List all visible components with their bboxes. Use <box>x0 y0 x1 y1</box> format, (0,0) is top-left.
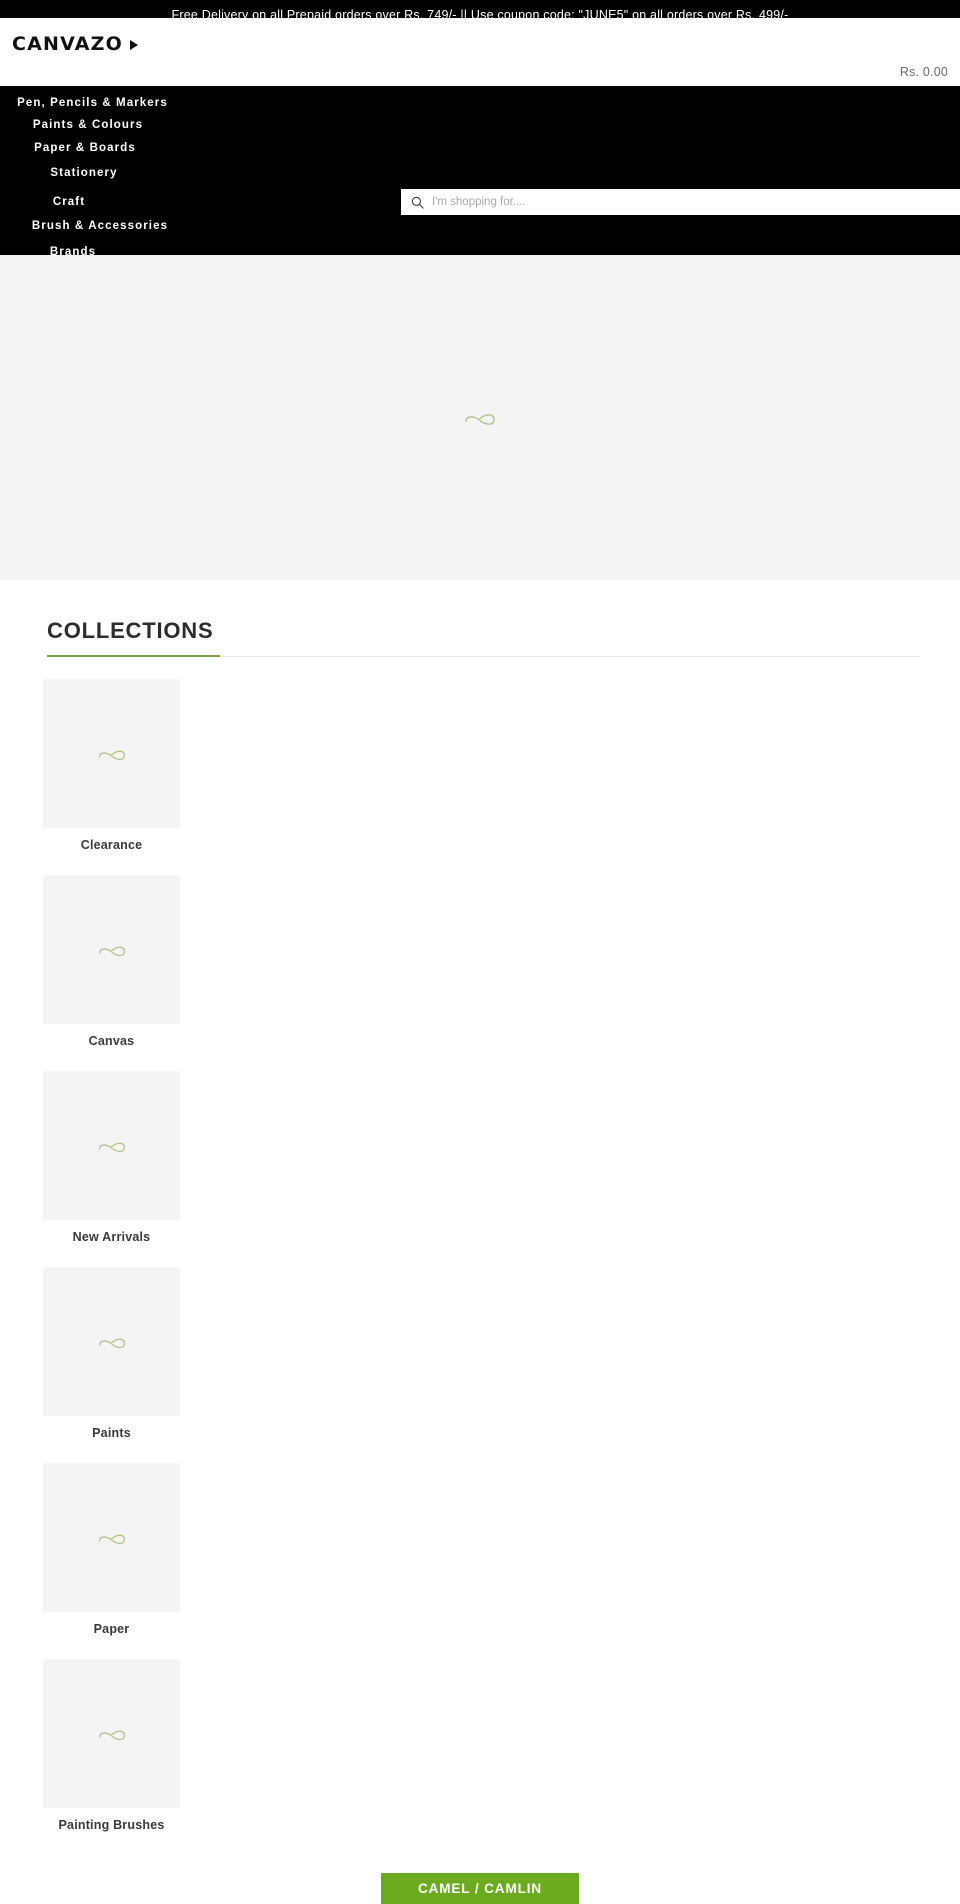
search-input[interactable] <box>432 196 960 208</box>
loading-spinner-icon <box>98 1338 125 1348</box>
hero-slideshow[interactable] <box>0 255 960 580</box>
loading-spinner-icon <box>465 413 495 425</box>
brand-button-camel-camlin[interactable]: CAMEL / CAMLIN <box>381 1873 579 1904</box>
loading-spinner-icon <box>98 750 125 760</box>
collection-label: New Arrivals <box>72 1230 151 1244</box>
search-bar[interactable] <box>401 189 960 215</box>
collections-header: COLLECTIONS <box>47 618 920 657</box>
nav-item-paper-boards[interactable]: Paper & Boards <box>0 131 170 154</box>
logo-text: CANVAZO <box>12 33 123 55</box>
page-title: COLLECTIONS <box>47 618 214 643</box>
loading-spinner-icon <box>98 946 125 956</box>
cart-total[interactable]: Rs. 0.00 <box>900 65 948 79</box>
collection-label: Clearance <box>80 838 143 852</box>
main-navigation: Pen, Pencils & Markers Paints & Colours … <box>0 86 960 258</box>
collection-label: Canvas <box>88 1034 135 1048</box>
collection-thumbnail <box>43 1463 180 1612</box>
title-underline <box>47 655 220 657</box>
site-header: CANVAZO Rs. 0.00 <box>0 18 960 86</box>
collection-thumbnail <box>43 1659 180 1808</box>
collection-label: Paints <box>92 1426 131 1440</box>
loading-spinner-icon <box>98 1142 125 1152</box>
collection-card-paints[interactable]: Paints <box>43 1267 180 1441</box>
collection-label: Painting Brushes <box>58 1818 165 1832</box>
loading-spinner-icon <box>98 1534 125 1544</box>
collections-section: COLLECTIONS Clearance Canvas New Arrival… <box>0 580 960 1833</box>
collection-card-canvas[interactable]: Canvas <box>43 875 180 1049</box>
loading-spinner-icon <box>98 1730 125 1740</box>
collection-card-new-arrivals[interactable]: New Arrivals <box>43 1071 180 1245</box>
nav-item-brush-accessories[interactable]: Brush & Accessories <box>0 208 200 232</box>
nav-item-stationery[interactable]: Stationery <box>0 154 168 179</box>
brands-row: CAMEL / CAMLIN <box>0 1855 960 1904</box>
nav-item-pen-pencils-markers[interactable]: Pen, Pencils & Markers <box>0 92 185 109</box>
collections-list: Clearance Canvas New Arrivals Paints Pap… <box>0 679 960 1833</box>
announcement-text: Free Delivery on all Prepaid orders over… <box>171 8 789 18</box>
triangle-right-icon <box>130 39 138 50</box>
site-logo[interactable]: CANVAZO <box>12 35 138 54</box>
collection-card-painting-brushes[interactable]: Painting Brushes <box>43 1659 180 1833</box>
collection-card-clearance[interactable]: Clearance <box>43 679 180 853</box>
nav-item-brands[interactable]: Brands <box>0 232 146 258</box>
collection-card-paper[interactable]: Paper <box>43 1463 180 1637</box>
collection-thumbnail <box>43 1267 180 1416</box>
collection-label: Paper <box>93 1622 130 1636</box>
nav-item-paints-colours[interactable]: Paints & Colours <box>0 109 176 131</box>
search-icon <box>411 196 424 209</box>
collection-thumbnail <box>43 875 180 1024</box>
collection-thumbnail <box>43 1071 180 1220</box>
announcement-bar: Free Delivery on all Prepaid orders over… <box>0 0 960 18</box>
nav-list: Pen, Pencils & Markers Paints & Colours … <box>0 86 260 258</box>
collection-thumbnail <box>43 679 180 828</box>
nav-item-craft[interactable]: Craft <box>0 179 138 208</box>
